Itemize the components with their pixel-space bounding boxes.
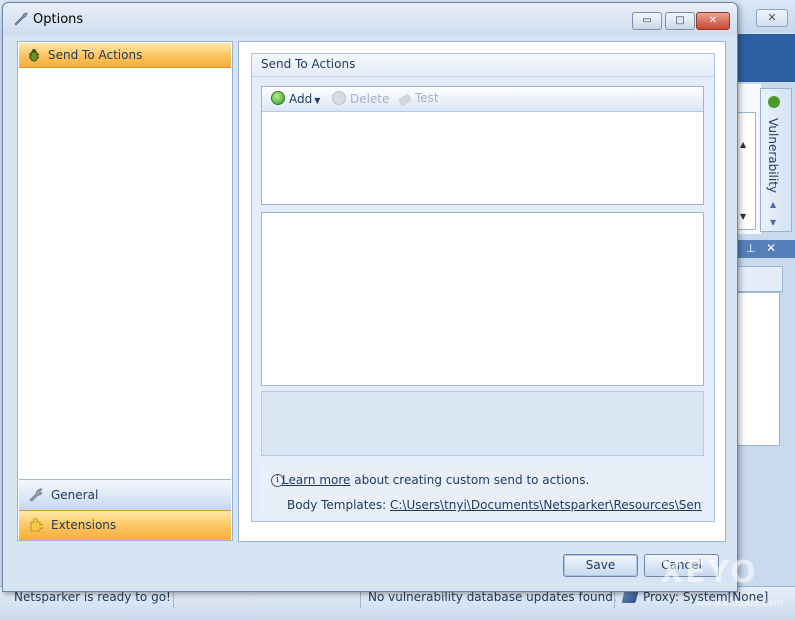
save-button[interactable]: Save bbox=[563, 554, 638, 577]
test-icon bbox=[397, 93, 413, 107]
puzzle-icon bbox=[30, 518, 43, 532]
chevron-down-icon[interactable]: ▼ bbox=[770, 218, 776, 227]
dialog-titlebar[interactable]: Options ▭ □ ✕ bbox=[3, 3, 737, 35]
test-button[interactable]: Test bbox=[397, 91, 439, 107]
nav-label-extensions: Extensions bbox=[51, 518, 117, 532]
actions-toolbar: Add ▼ Delete Test bbox=[262, 87, 703, 112]
maximize-button[interactable]: □ bbox=[665, 12, 695, 30]
test-button-label: Test bbox=[415, 91, 439, 105]
body-templates-label: Body Templates: bbox=[287, 498, 390, 512]
actions-list[interactable]: Add ▼ Delete Test bbox=[261, 86, 704, 205]
group-header: Send To Actions bbox=[252, 54, 714, 77]
action-properties-box bbox=[261, 391, 704, 456]
watermark-logo: XEYO bbox=[660, 555, 758, 590]
wrench-icon bbox=[14, 12, 28, 26]
background-header-strip bbox=[736, 34, 795, 82]
add-icon bbox=[271, 91, 285, 105]
nav-item-send-to-actions[interactable]: Send To Actions bbox=[19, 43, 231, 68]
scroll-down-icon[interactable]: ▼ bbox=[740, 212, 746, 221]
learn-more-line: Learn more about creating custom send to… bbox=[282, 473, 589, 487]
options-dialog: Options ▭ □ ✕ Send To Actions General Ex… bbox=[2, 2, 738, 592]
learn-more-link[interactable]: Learn more bbox=[282, 473, 350, 487]
watermark-url: www.xiuaiba.com bbox=[696, 598, 784, 609]
delete-button[interactable]: Delete bbox=[332, 91, 389, 106]
delete-icon bbox=[332, 91, 346, 105]
body-templates-path-link[interactable]: C:\Users\tnyi\Documents\Netsparker\Resou… bbox=[390, 498, 702, 512]
background-column-header bbox=[736, 266, 783, 292]
close-icon[interactable]: ✕ bbox=[766, 241, 776, 255]
close-button[interactable]: ✕ bbox=[696, 12, 730, 30]
status-ready-text: Netsparker is ready to go! bbox=[14, 590, 171, 604]
nav-item-general[interactable]: General bbox=[19, 479, 231, 510]
bug-icon bbox=[28, 49, 40, 62]
pin-icon[interactable]: ⊥ bbox=[746, 242, 756, 255]
group-title: Send To Actions bbox=[261, 57, 356, 71]
vulnerability-tab-label: Vulnerability bbox=[766, 118, 780, 194]
chevron-down-icon[interactable]: ▼ bbox=[314, 96, 320, 105]
delete-button-label: Delete bbox=[350, 92, 390, 106]
bug-icon bbox=[768, 96, 780, 108]
action-editor-box[interactable] bbox=[261, 212, 704, 386]
minimize-button[interactable]: ▭ bbox=[632, 12, 662, 30]
status-updates-text: No vulnerability database updates found. bbox=[368, 590, 617, 604]
add-button[interactable]: Add ▼ bbox=[271, 91, 320, 106]
dialog-title: Options bbox=[33, 12, 84, 27]
nav-item-extensions[interactable]: Extensions bbox=[19, 510, 231, 540]
nav-label-send-to-actions: Send To Actions bbox=[48, 48, 143, 62]
nav-label-general: General bbox=[51, 488, 99, 502]
background-close-button[interactable]: ✕ bbox=[756, 9, 788, 27]
scroll-up-icon[interactable]: ▲ bbox=[740, 140, 746, 149]
options-nav-pane: Send To Actions General Extensions bbox=[17, 41, 233, 541]
add-button-label: Add bbox=[289, 92, 313, 106]
info-box: i Learn more about creating custom send … bbox=[261, 460, 702, 518]
chevron-up-icon[interactable]: ▲ bbox=[770, 200, 776, 209]
options-content-pane: Send To Actions Add ▼ Delete Test i Lear… bbox=[238, 41, 726, 542]
wrench-icon bbox=[29, 488, 43, 502]
learn-more-suffix: about creating custom send to actions. bbox=[350, 473, 590, 487]
body-templates-line: Body Templates: C:\Users\tnyi\Documents\… bbox=[287, 498, 702, 512]
send-to-actions-group: Send To Actions Add ▼ Delete Test i Lear… bbox=[251, 53, 715, 522]
background-content-area bbox=[736, 292, 780, 446]
